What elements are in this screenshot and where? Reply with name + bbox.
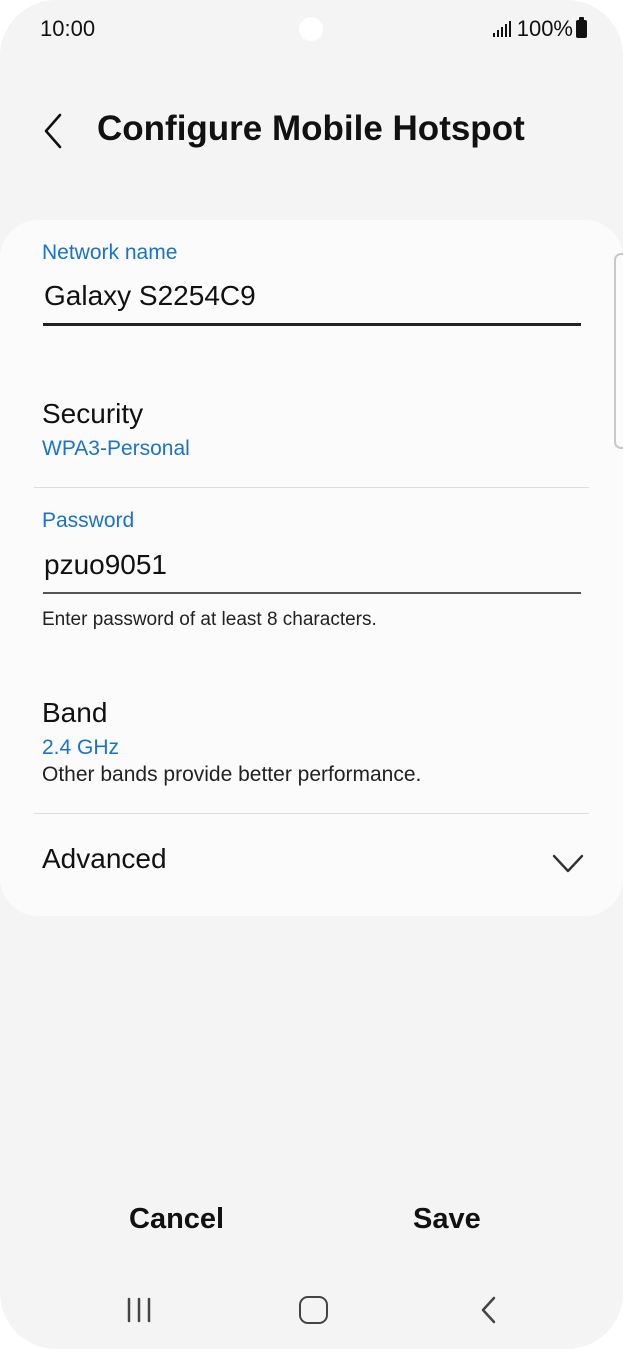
network-name-label: Network name — [42, 241, 178, 264]
status-indicators: 100% — [492, 16, 587, 42]
status-bar: 10:00 100% — [0, 0, 623, 60]
security-value: WPA3-Personal — [42, 437, 190, 460]
camera-cutout — [299, 17, 323, 41]
security-title: Security — [42, 398, 144, 429]
battery-icon — [576, 17, 587, 38]
battery-percentage: 100% — [516, 16, 573, 41]
home-button[interactable] — [299, 1296, 328, 1324]
nav-back-icon — [481, 1296, 496, 1324]
band-note: Other bands provide better performance. — [42, 763, 422, 786]
band-value: 2.4 GHz — [42, 736, 120, 759]
nav-back-button[interactable] — [479, 1294, 499, 1326]
status-time: 10:00 — [40, 16, 96, 41]
divider — [34, 487, 589, 488]
password-underline — [43, 592, 581, 594]
recent-apps-icon — [127, 1297, 151, 1323]
network-name-underline — [43, 323, 581, 326]
password-label: Password — [42, 509, 135, 532]
signal-icon — [492, 21, 511, 37]
cancel-button[interactable]: Cancel — [129, 1203, 224, 1236]
scroll-handle[interactable] — [614, 253, 623, 449]
recent-apps-button[interactable] — [125, 1297, 153, 1323]
chevron-down-icon — [552, 854, 584, 873]
advanced-title: Advanced — [42, 843, 167, 874]
page-title: Configure Mobile Hotspot — [97, 109, 525, 148]
password-input[interactable]: pzuo9051 — [44, 549, 167, 581]
save-button[interactable]: Save — [413, 1203, 481, 1236]
network-name-input[interactable]: Galaxy S2254C9 — [44, 280, 256, 312]
back-button[interactable] — [36, 109, 76, 153]
password-hint: Enter password of at least 8 characters. — [42, 609, 377, 630]
divider — [34, 813, 589, 814]
phone-screen: 10:00 100% Configure Mobile Hotspot Netw… — [0, 0, 623, 1349]
chevron-left-icon — [44, 113, 62, 149]
app-header: Configure Mobile Hotspot — [0, 95, 623, 170]
band-title: Band — [42, 697, 108, 728]
